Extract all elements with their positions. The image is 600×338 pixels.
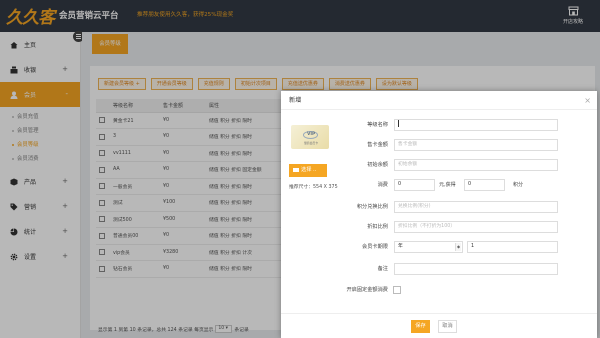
validity-unit-select[interactable]: 年 ◆ [394, 241, 463, 253]
cancel-button[interactable]: 取消 [438, 320, 457, 333]
level-name-input[interactable] [394, 119, 558, 131]
select-arrow-icon: ◆ [455, 243, 461, 251]
fixed-amount-label: 开启固定金额消费 [346, 287, 388, 293]
level-name-label: 等级名称 [367, 122, 388, 128]
points-ratio-label: 积分兑换比例 [356, 204, 388, 210]
dialog-title: 新增 [289, 97, 302, 104]
save-button[interactable]: 保存 [411, 320, 430, 333]
initial-balance-input[interactable]: 初始余额 [394, 159, 558, 171]
fixed-amount-checkbox[interactable] [393, 286, 401, 294]
validity-value-input[interactable]: 1 [467, 241, 558, 253]
card-price-label: 售卡金额 [367, 142, 388, 148]
consume-points-input[interactable]: 0 [464, 179, 505, 191]
text-cursor [398, 120, 399, 127]
initial-balance-label: 初始余额 [367, 162, 388, 168]
consume-unit-text: 元,获得 [439, 182, 456, 188]
dialog-header: 新增 × [281, 91, 597, 110]
card-price-input[interactable]: 售卡金额 [394, 139, 558, 151]
close-icon[interactable]: × [584, 91, 591, 110]
consume-amount-input[interactable]: 0 [394, 179, 435, 191]
points-ratio-input[interactable]: 兑换比例(积分) [394, 201, 558, 213]
points-unit-text: 积分 [513, 182, 524, 188]
remark-input[interactable] [394, 263, 558, 275]
discount-input[interactable]: 折扣比例（不打折为100） [394, 221, 558, 233]
consume-label: 消费 [377, 182, 388, 188]
dialog-footer: 保存 取消 [281, 313, 597, 338]
discount-label: 折扣比例 [367, 224, 388, 230]
remark-label: 备注 [377, 266, 388, 272]
validity-label: 会员卡期限 [362, 244, 388, 250]
new-level-dialog: 新增 × VIP 储值会员卡 选择 .. 推荐尺寸：554 X 375 等级名称… [281, 91, 597, 338]
card-vip-text: VIP [307, 132, 316, 137]
validity-unit-value: 年 [398, 244, 403, 249]
